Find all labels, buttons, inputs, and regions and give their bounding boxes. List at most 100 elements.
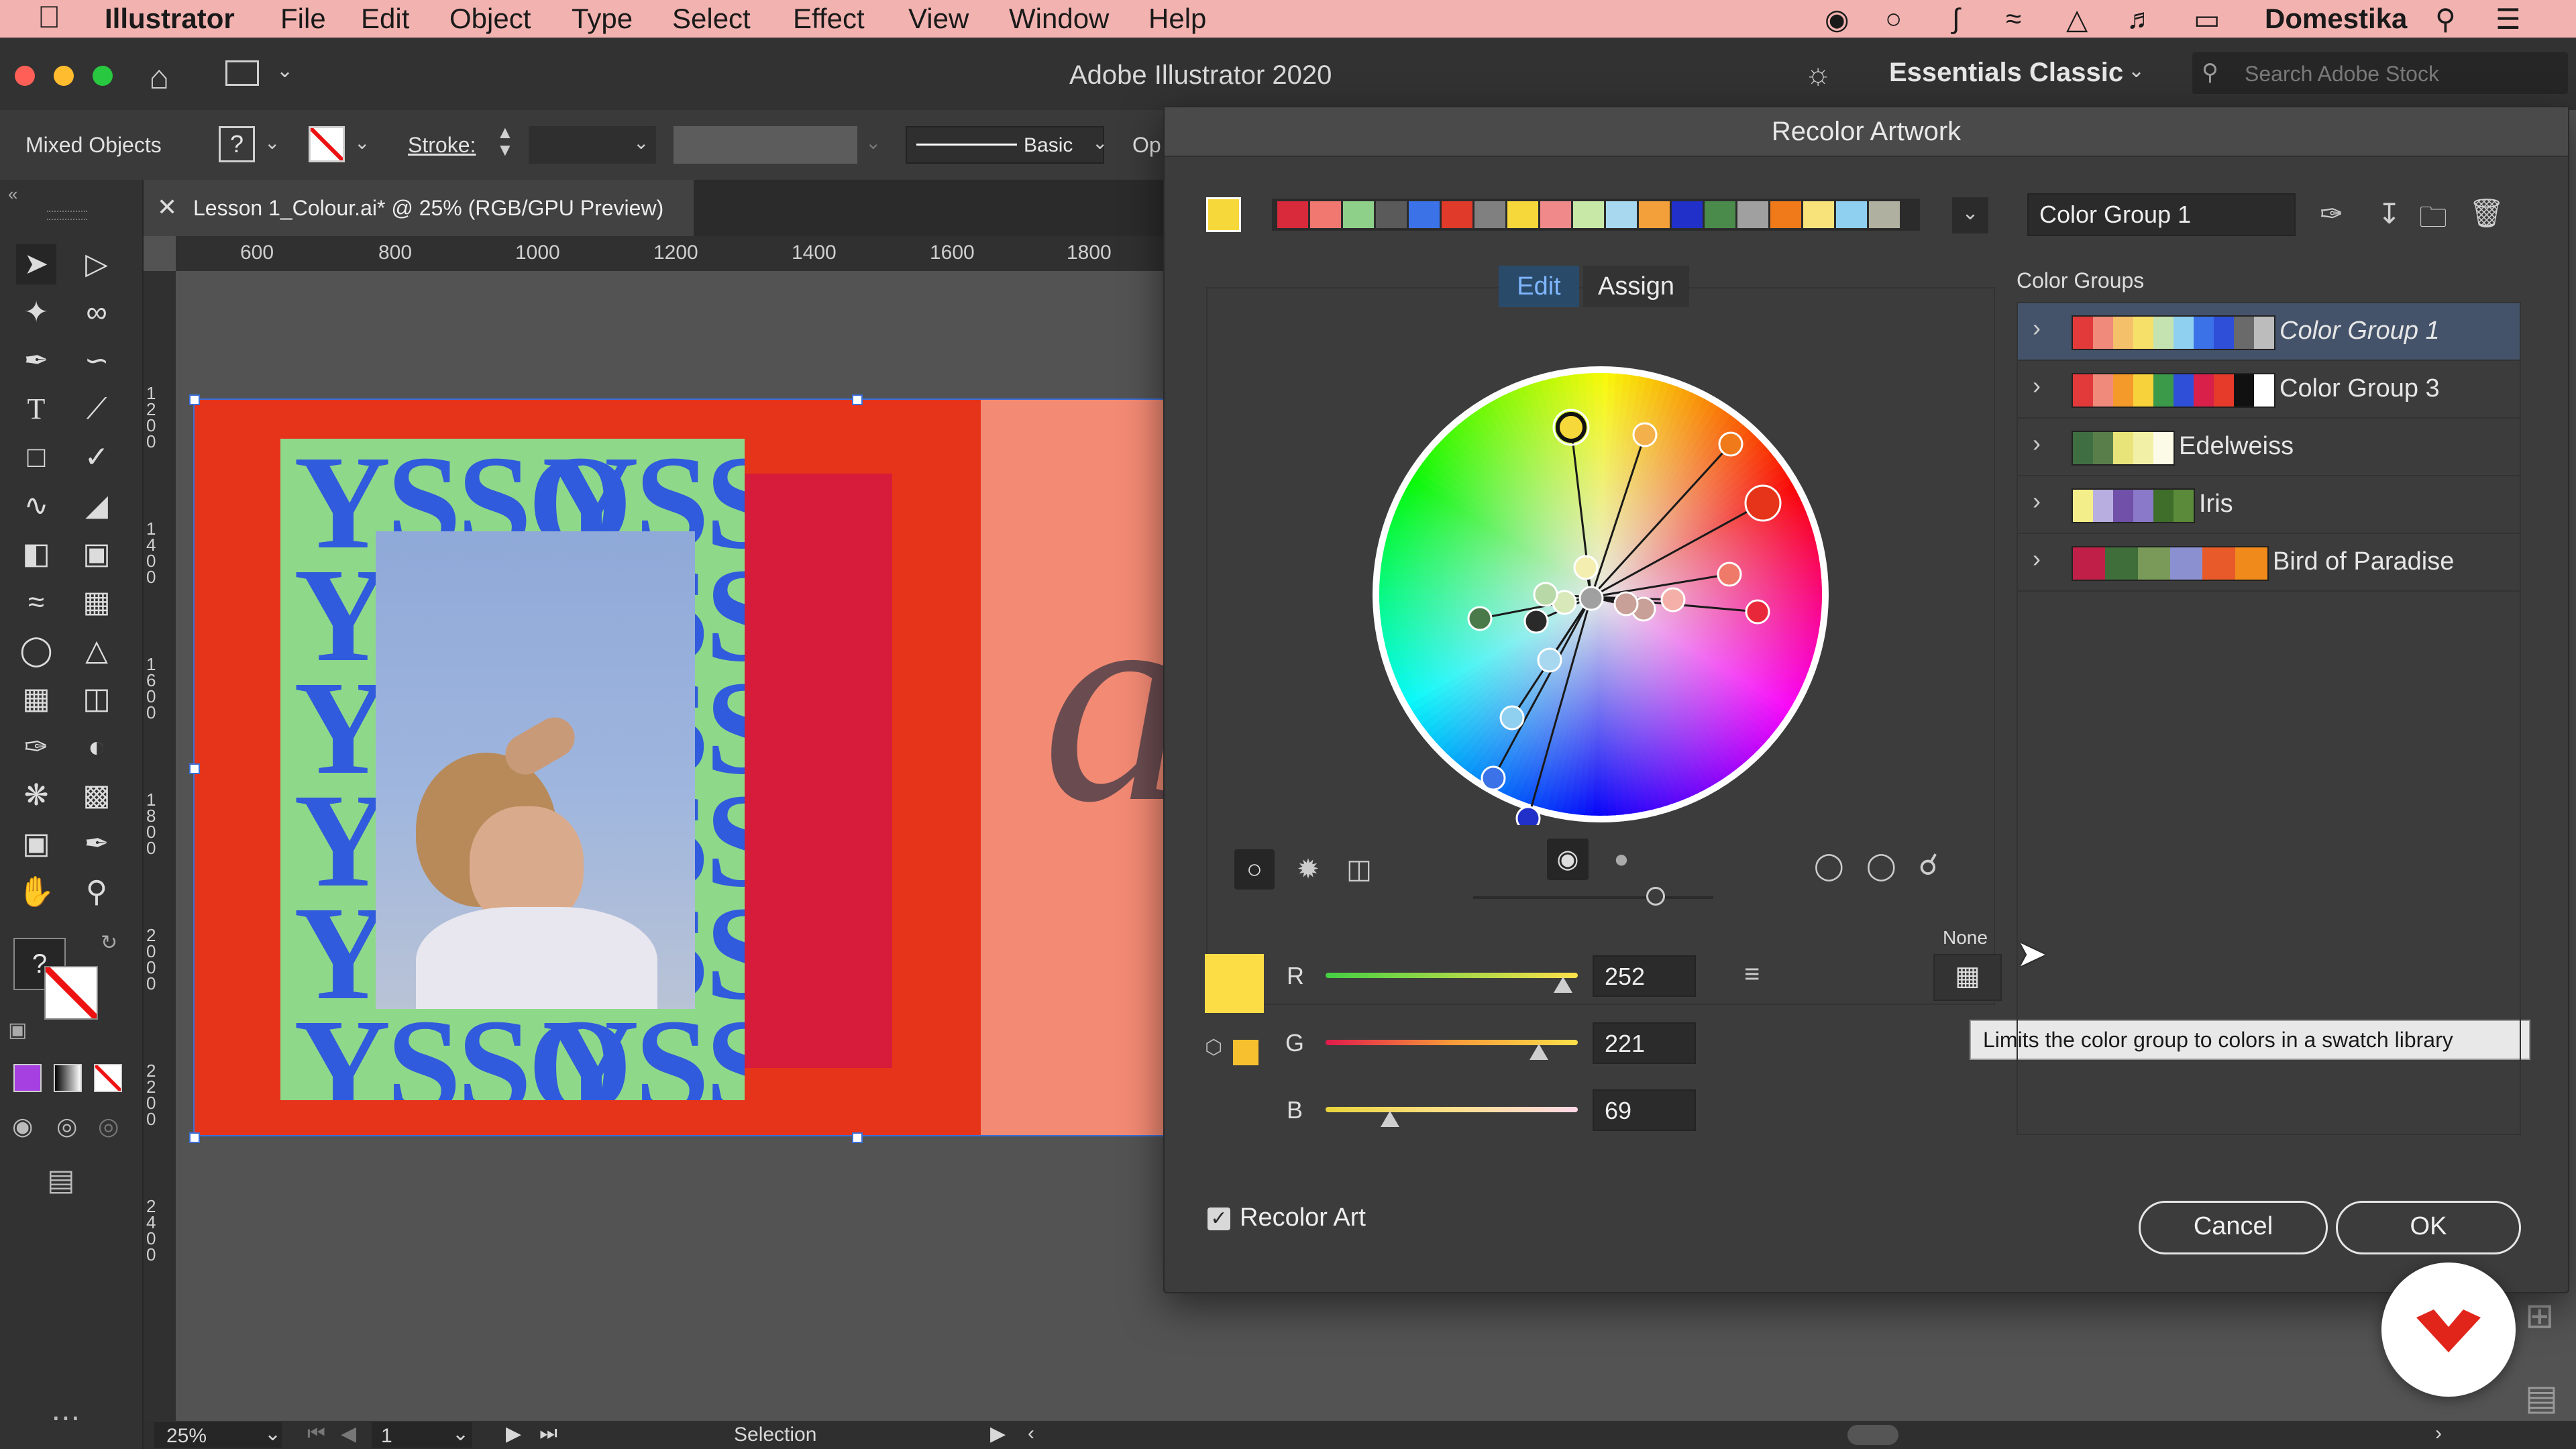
home-icon[interactable]: ⌂ [149, 58, 169, 97]
harmony-color-swatch[interactable] [1803, 201, 1834, 228]
close-tab-icon[interactable]: ✕ [157, 193, 177, 221]
tab-assign[interactable]: Assign [1583, 266, 1689, 307]
fill-unknown-swatch[interactable]: ? [219, 126, 255, 162]
rectangle-tool-icon[interactable]: □ [16, 437, 56, 478]
selection-handle[interactable] [189, 1132, 200, 1143]
green-slider-thumb[interactable] [1529, 1044, 1548, 1060]
mesh-tool-icon[interactable]: ▦ [16, 679, 56, 719]
new-group-folder-icon[interactable]: 🗀 [2419, 197, 2447, 245]
document-tab[interactable]: ✕ Lesson 1_Colour.ai* @ 25% (RGB/GPU Pre… [144, 180, 694, 236]
harmony-color-marker[interactable] [1632, 422, 1658, 447]
window-minimize-button[interactable] [54, 66, 74, 86]
expand-chevron-icon[interactable]: › [2033, 372, 2041, 400]
chevron-down-icon[interactable]: ⌄ [276, 59, 293, 83]
brightness-slider-track[interactable] [1473, 896, 1713, 899]
free-transform-tool-icon[interactable]: ▦ [76, 582, 117, 623]
add-color-tool-icon[interactable]: ◯ [1814, 851, 1844, 881]
edit-toolbar-icon[interactable]: ⋯ [51, 1401, 80, 1435]
color-group-row[interactable]: › Color Group 1 [2018, 303, 2520, 361]
harmony-color-swatch[interactable] [1540, 201, 1571, 228]
scroll-right-icon[interactable]: › [2435, 1422, 2442, 1445]
menu-edit[interactable]: Edit [361, 3, 409, 35]
base-color-marker[interactable] [1556, 412, 1587, 443]
recolor-art-label[interactable]: Recolor Art [1240, 1203, 1366, 1232]
draw-behind-icon[interactable]: ◎ [56, 1112, 77, 1140]
screen-mode-icon[interactable]: ▤ [47, 1163, 75, 1197]
artboard-chevron-icon[interactable]: ⌄ [452, 1422, 469, 1446]
tab-edit[interactable]: Edit [1499, 266, 1579, 307]
harmony-color-marker[interactable] [1523, 608, 1549, 634]
harmony-color-swatch[interactable] [1836, 201, 1867, 228]
brush-dropdown-icon[interactable]: ⌄ [1092, 131, 1108, 154]
menu-window[interactable]: Window [1009, 3, 1109, 35]
selection-tool-icon[interactable]: ➤ [16, 244, 56, 284]
save-group-icon[interactable]: ↧ [2377, 197, 2401, 230]
scroll-left-icon[interactable]: ‹ [1028, 1422, 1034, 1445]
red-slider-thumb[interactable] [1554, 977, 1572, 993]
prev-artboard-icon[interactable]: ◀ [341, 1422, 356, 1446]
harmony-color-marker[interactable] [1718, 431, 1743, 457]
cancel-button[interactable]: Cancel [2139, 1201, 2328, 1254]
none-mode-button[interactable] [94, 1064, 122, 1092]
color-group-row[interactable]: › Edelweiss [2018, 419, 2520, 476]
harmony-color-marker[interactable] [1515, 806, 1541, 825]
next-artboard-icon[interactable]: ▶ [506, 1422, 521, 1446]
scale-tool-icon[interactable]: ▣ [76, 534, 117, 574]
delete-group-icon[interactable]: 🗑 [2469, 197, 2504, 230]
active-color-swatch[interactable] [1206, 197, 1241, 232]
menu-user[interactable]: Domestika [2265, 3, 2407, 35]
harmony-color-swatch[interactable] [1343, 201, 1374, 228]
direct-selection-tool-icon[interactable]: ▷ [76, 244, 117, 284]
harmony-color-swatch[interactable] [1376, 201, 1407, 228]
volume-icon[interactable]: ♬ [2127, 3, 2155, 35]
harmony-color-marker[interactable] [1573, 555, 1599, 580]
symbol-sprayer-tool-icon[interactable]: ❋ [16, 775, 56, 816]
harmony-color-marker[interactable] [1660, 587, 1686, 612]
expand-chevron-icon[interactable]: › [2033, 314, 2041, 342]
blue-slider-track[interactable] [1326, 1107, 1578, 1112]
harmony-color-marker[interactable] [1578, 586, 1604, 611]
harmony-color-swatch[interactable] [1606, 201, 1637, 228]
default-fill-stroke-icon[interactable]: ▣ [8, 1018, 27, 1042]
harmony-color-swatch[interactable] [1507, 201, 1538, 228]
harmony-color-swatch[interactable] [1737, 201, 1768, 228]
draw-normal-icon[interactable]: ◉ [12, 1112, 33, 1140]
menu-select[interactable]: Select [672, 3, 751, 35]
curvature-tool-icon[interactable]: ∽ [76, 341, 117, 381]
segmented-color-wheel-icon[interactable]: ✹ [1288, 849, 1328, 890]
harmony-color-marker[interactable] [1717, 561, 1742, 587]
color-mode-button[interactable] [13, 1064, 42, 1092]
opacity-label[interactable]: Op [1132, 133, 1161, 158]
airplay-icon[interactable]: △ [2066, 3, 2088, 36]
stroke-swatch[interactable] [44, 966, 98, 1020]
brightness-slider-thumb[interactable] [1646, 887, 1665, 906]
harmony-color-marker[interactable] [1537, 647, 1562, 673]
harmony-color-swatch[interactable] [1442, 201, 1472, 228]
horizontal-scrollbar-thumb[interactable] [1847, 1425, 1898, 1445]
lasso-tool-icon[interactable]: ∞ [76, 292, 117, 333]
show-brightness-icon[interactable]: ● [1601, 839, 1642, 880]
color-group-row[interactable]: › Color Group 3 [2018, 361, 2520, 419]
artboard-number-field[interactable]: 1 ⌄ [372, 1422, 472, 1448]
stock-search-field[interactable]: ⚲ Search Adobe Stock [2192, 52, 2568, 94]
blue-slider-thumb[interactable] [1381, 1111, 1399, 1127]
color-group-row[interactable]: › Iris [2018, 476, 2520, 534]
lightbulb-icon[interactable]: ☼ [1805, 58, 1831, 91]
harmony-color-swatch[interactable] [1310, 201, 1341, 228]
color-group-name-field[interactable]: Color Group 1 [2027, 193, 2296, 236]
warp-tool-icon[interactable]: ≈ [16, 582, 56, 623]
zoom-chevron-icon[interactable]: ⌄ [264, 1422, 281, 1446]
battery-icon[interactable]: ▭ [2194, 3, 2220, 36]
harmony-color-marker[interactable] [1533, 582, 1558, 607]
menu-object[interactable]: Object [449, 3, 531, 35]
window-zoom-button[interactable] [93, 66, 113, 86]
expand-chevron-icon[interactable]: › [2033, 545, 2041, 573]
harmony-color-swatch[interactable] [1705, 201, 1735, 228]
graph-tool-icon[interactable]: ▩ [76, 775, 117, 816]
selection-handle[interactable] [852, 1132, 863, 1143]
record-icon[interactable]: ◉ [1825, 3, 1849, 36]
harmony-color-swatch[interactable] [1573, 201, 1604, 228]
menu-type[interactable]: Type [572, 3, 633, 35]
gamut-swatch[interactable] [1233, 1040, 1258, 1065]
horizontal-ruler[interactable]: 600 800 1000 1200 1400 1600 1800 [176, 236, 1167, 271]
